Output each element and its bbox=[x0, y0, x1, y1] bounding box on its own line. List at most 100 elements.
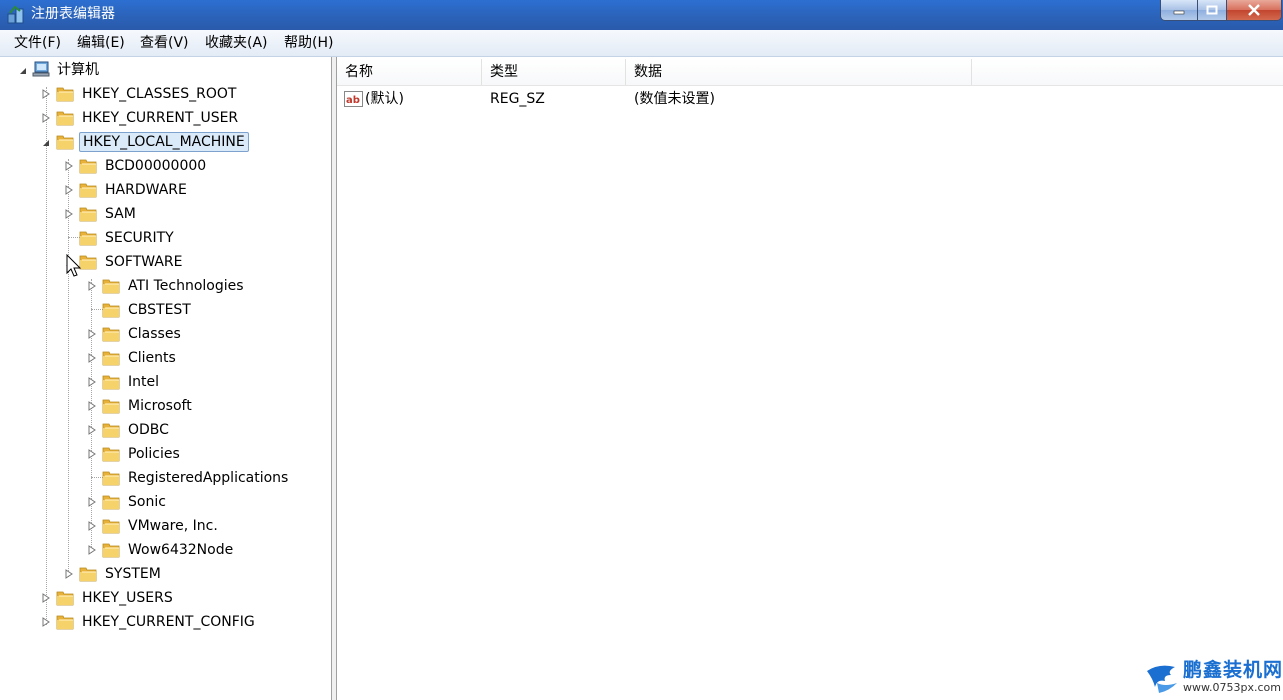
tree-node-label: SYSTEM bbox=[105, 566, 161, 582]
expanded-arrow-icon bbox=[43, 140, 49, 146]
collapsed-arrow-icon bbox=[65, 209, 73, 219]
tree-node-label: Intel bbox=[128, 374, 159, 390]
tree-node-label: VMware, Inc. bbox=[128, 518, 218, 534]
string-value-icon: ab bbox=[344, 91, 363, 107]
collapsed-arrow-icon bbox=[65, 161, 73, 171]
folder-icon bbox=[56, 135, 74, 150]
collapsed-arrow-icon bbox=[88, 401, 96, 411]
eagle-logo-icon bbox=[1147, 665, 1177, 693]
column-header-data[interactable]: 数据 bbox=[626, 59, 972, 85]
tree-node-label: Wow6432Node bbox=[128, 542, 234, 558]
collapsed-arrow-icon bbox=[88, 497, 96, 507]
collapsed-arrow-icon bbox=[88, 329, 96, 339]
folder-icon bbox=[102, 447, 120, 462]
tree-node-label: ATI Technologies bbox=[128, 278, 244, 294]
menu-view[interactable]: 查看(V) bbox=[140, 35, 189, 51]
tree-node-label: SOFTWARE bbox=[105, 254, 183, 270]
tree-node-label: Clients bbox=[128, 350, 176, 366]
registry-tree[interactable]: 计算机 HKEY_CLASSES_ROOT HKEY_CURRENT_USER HK… bbox=[0, 57, 331, 700]
tree-guide-line bbox=[68, 159, 69, 577]
tree-node-label: CBSTEST bbox=[128, 302, 191, 318]
tree-node-label: HARDWARE bbox=[105, 182, 187, 198]
svg-text:ab: ab bbox=[346, 95, 360, 106]
tree-node-label: SAM bbox=[105, 206, 136, 222]
window-title: 注册表编辑器 bbox=[31, 6, 115, 22]
menu-file[interactable]: 文件(F) bbox=[14, 35, 61, 51]
collapsed-arrow-icon bbox=[88, 521, 96, 531]
collapsed-arrow-icon bbox=[42, 113, 50, 123]
collapsed-arrow-icon bbox=[88, 377, 96, 387]
collapsed-arrow-icon bbox=[42, 617, 50, 627]
list-item[interactable]: ab (默认) REG_SZ (数值未设置) bbox=[337, 89, 1283, 109]
value-name: (默认) bbox=[365, 91, 404, 107]
folder-icon bbox=[79, 567, 97, 582]
tree-node-label: Policies bbox=[128, 446, 180, 462]
watermark-text: 鹏鑫装机网 bbox=[1183, 659, 1283, 681]
minimize-button[interactable] bbox=[1160, 0, 1198, 21]
tree-guide-line bbox=[46, 87, 47, 625]
tree-node-label: HKEY_CLASSES_ROOT bbox=[82, 86, 237, 102]
menu-bar: 文件(F) 编辑(E) 查看(V) 收藏夹(A) 帮助(H) bbox=[0, 30, 1283, 57]
mouse-cursor-icon bbox=[66, 254, 82, 277]
column-header-type[interactable]: 类型 bbox=[482, 59, 626, 85]
tree-node-label: HKEY_LOCAL_MACHINE bbox=[79, 132, 249, 152]
tree-guide-line bbox=[91, 279, 92, 553]
tree-node-label: SECURITY bbox=[105, 230, 174, 246]
folder-icon bbox=[102, 543, 120, 558]
folder-icon bbox=[79, 183, 97, 198]
collapsed-arrow-icon bbox=[42, 89, 50, 99]
tree-node-label: HKEY_CURRENT_CONFIG bbox=[82, 614, 255, 630]
close-icon bbox=[1248, 4, 1260, 16]
tree-node-label: Microsoft bbox=[128, 398, 192, 414]
folder-icon bbox=[56, 591, 74, 606]
folder-icon bbox=[102, 423, 120, 438]
tree-node-label: BCD00000000 bbox=[105, 158, 207, 174]
column-header-name[interactable]: 名称 bbox=[337, 59, 482, 85]
computer-icon bbox=[32, 61, 50, 77]
folder-icon bbox=[102, 375, 120, 390]
registry-editor-icon bbox=[7, 5, 24, 24]
folder-icon bbox=[102, 471, 120, 486]
watermark: 鹏鑫装机网 www.0753px.com bbox=[1145, 659, 1283, 700]
tree-node-label: Sonic bbox=[128, 494, 166, 510]
folder-icon bbox=[56, 87, 74, 102]
collapsed-arrow-icon bbox=[88, 353, 96, 363]
collapsed-arrow-icon bbox=[88, 545, 96, 555]
folder-icon bbox=[79, 207, 97, 222]
menu-favorites[interactable]: 收藏夹(A) bbox=[205, 35, 268, 51]
collapsed-arrow-icon bbox=[88, 425, 96, 435]
values-list[interactable]: 名称 类型 数据 ab (默认) REG_SZ (数值未设置) bbox=[337, 57, 1283, 700]
collapsed-arrow-icon bbox=[65, 185, 73, 195]
title-bar[interactable]: 注册表编辑器 bbox=[0, 0, 1283, 30]
folder-icon bbox=[102, 399, 120, 414]
folder-icon bbox=[102, 303, 120, 318]
value-type: REG_SZ bbox=[490, 91, 545, 107]
folder-icon bbox=[56, 111, 74, 126]
restore-icon bbox=[1206, 5, 1218, 15]
collapsed-arrow-icon bbox=[88, 449, 96, 459]
menu-edit[interactable]: 编辑(E) bbox=[77, 35, 125, 51]
folder-icon bbox=[102, 351, 120, 366]
tree-node-label: HKEY_USERS bbox=[82, 590, 173, 606]
folder-icon bbox=[102, 519, 120, 534]
close-button[interactable] bbox=[1226, 0, 1282, 21]
collapsed-arrow-icon bbox=[42, 593, 50, 603]
tree-node-label: 计算机 bbox=[57, 62, 99, 78]
watermark-url: www.0753px.com bbox=[1183, 681, 1281, 694]
tree-node-label: RegisteredApplications bbox=[128, 470, 289, 486]
folder-icon bbox=[102, 279, 120, 294]
maximize-button[interactable] bbox=[1197, 0, 1227, 21]
folder-icon bbox=[79, 231, 97, 246]
list-header: 名称 类型 数据 bbox=[337, 59, 1283, 86]
value-data: (数值未设置) bbox=[634, 91, 715, 107]
folder-icon bbox=[56, 615, 74, 630]
tree-node-label: HKEY_CURRENT_USER bbox=[82, 110, 239, 126]
minimize-icon bbox=[1173, 10, 1185, 15]
menu-help[interactable]: 帮助(H) bbox=[284, 35, 333, 51]
collapsed-arrow-icon bbox=[65, 569, 73, 579]
folder-icon bbox=[79, 159, 97, 174]
collapsed-arrow-icon bbox=[88, 281, 96, 291]
tree-node-label: Classes bbox=[128, 326, 181, 342]
folder-icon bbox=[102, 327, 120, 342]
expanded-arrow-icon bbox=[20, 68, 26, 74]
